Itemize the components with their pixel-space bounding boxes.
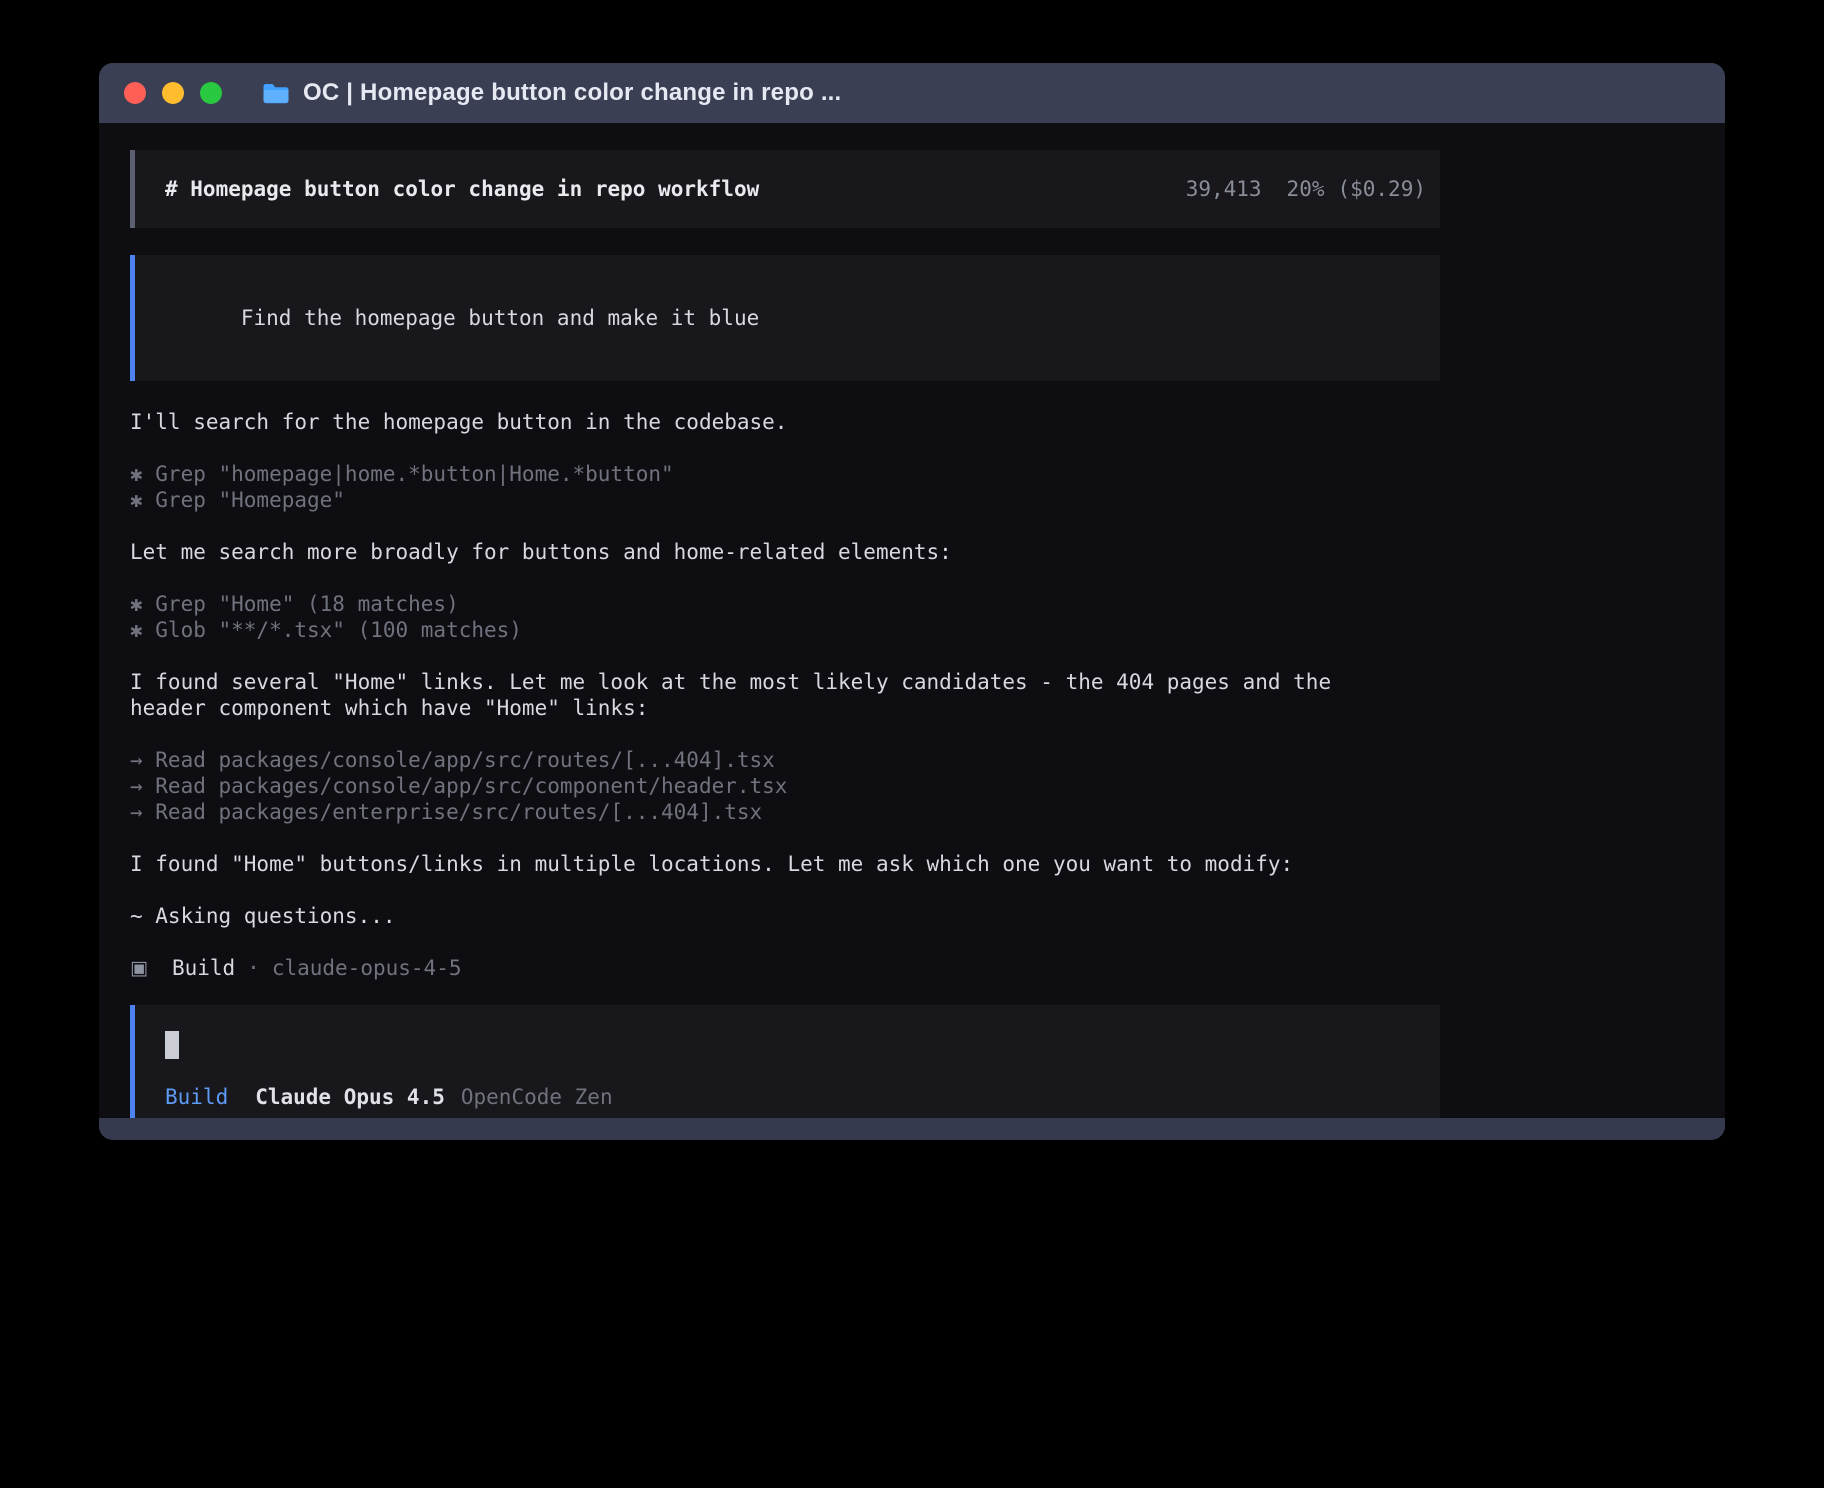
provider-name: OpenCode Zen <box>461 1084 613 1110</box>
assistant-text-block: Let me search more broadly for buttons a… <box>130 539 1440 565</box>
terminal-window: OC | Homepage button color change in rep… <box>99 63 1725 1140</box>
close-button[interactable] <box>124 82 146 104</box>
user-message-text: Find the homepage button and make it blu… <box>241 306 759 330</box>
window-bottom-edge <box>99 1118 1725 1140</box>
tool-call-line: → Read packages/console/app/src/componen… <box>130 773 1440 799</box>
session-header: # Homepage button color change in repo w… <box>130 150 1440 228</box>
user-message: Find the homepage button and make it blu… <box>130 255 1440 381</box>
assistant-text-line: I found several "Home" links. Let me loo… <box>130 669 1440 695</box>
session-cost: ($0.29) <box>1337 176 1426 202</box>
assistant-text-line: I'll search for the homepage button in t… <box>130 409 1440 435</box>
text-cursor <box>165 1031 179 1059</box>
assistant-text-line: I found "Home" buttons/links in multiple… <box>130 851 1440 877</box>
window-title: OC | Homepage button color change in rep… <box>303 79 841 107</box>
tool-call-line: ✱ Grep "homepage|home.*button|Home.*butt… <box>130 461 1440 487</box>
agent-status-line: ▣ Build · claude-opus-4-5 <box>130 955 1725 981</box>
session-title: # Homepage button color change in repo w… <box>165 176 759 202</box>
conversation: I'll search for the homepage button in t… <box>130 409 1440 929</box>
session-stats: 39,413 20% ($0.29) <box>1186 176 1426 202</box>
tool-call-block: → Read packages/console/app/src/routes/[… <box>130 747 1440 825</box>
assistant-text-block: ~ Asking questions... <box>130 903 1440 929</box>
traffic-lights <box>124 82 238 104</box>
assistant-text-line: ~ Asking questions... <box>130 903 1440 929</box>
agent-separator: · <box>247 955 260 981</box>
tool-call-line: → Read packages/console/app/src/routes/[… <box>130 747 1440 773</box>
terminal-content: # Homepage button color change in repo w… <box>99 123 1725 1118</box>
input-meta: Build Claude Opus 4.5 OpenCode Zen <box>165 1084 1410 1110</box>
minimize-button[interactable] <box>162 82 184 104</box>
tool-call-line: → Read packages/enterprise/src/routes/[.… <box>130 799 1440 825</box>
assistant-text-block: I'll search for the homepage button in t… <box>130 409 1440 435</box>
tool-call-line: ✱ Glob "**/*.tsx" (100 matches) <box>130 617 1440 643</box>
assistant-text-line: Let me search more broadly for buttons a… <box>130 539 1440 565</box>
tool-call-block: ✱ Grep "homepage|home.*button|Home.*butt… <box>130 461 1440 513</box>
assistant-text-block: I found "Home" buttons/links in multiple… <box>130 851 1440 877</box>
tool-call-block: ✱ Grep "Home" (18 matches)✱ Glob "**/*.t… <box>130 591 1440 643</box>
token-count: 39,413 <box>1186 176 1262 202</box>
window-titlebar[interactable]: OC | Homepage button color change in rep… <box>99 63 1725 123</box>
model-name: Claude Opus 4.5 <box>255 1084 445 1110</box>
mode-indicator[interactable]: Build <box>165 1084 228 1110</box>
assistant-text-line: header component which have "Home" links… <box>130 695 1440 721</box>
folder-icon <box>262 82 290 105</box>
agent-icon: ▣ <box>130 955 148 981</box>
context-percent: 20% <box>1287 176 1325 202</box>
tool-call-line: ✱ Grep "Homepage" <box>130 487 1440 513</box>
agent-model: claude-opus-4-5 <box>272 955 462 981</box>
assistant-text-block: I found several "Home" links. Let me loo… <box>130 669 1440 721</box>
tool-call-line: ✱ Grep "Home" (18 matches) <box>130 591 1440 617</box>
zoom-button[interactable] <box>200 82 222 104</box>
agent-name: Build <box>172 955 235 981</box>
prompt-input[interactable]: Build Claude Opus 4.5 OpenCode Zen <box>130 1005 1440 1118</box>
